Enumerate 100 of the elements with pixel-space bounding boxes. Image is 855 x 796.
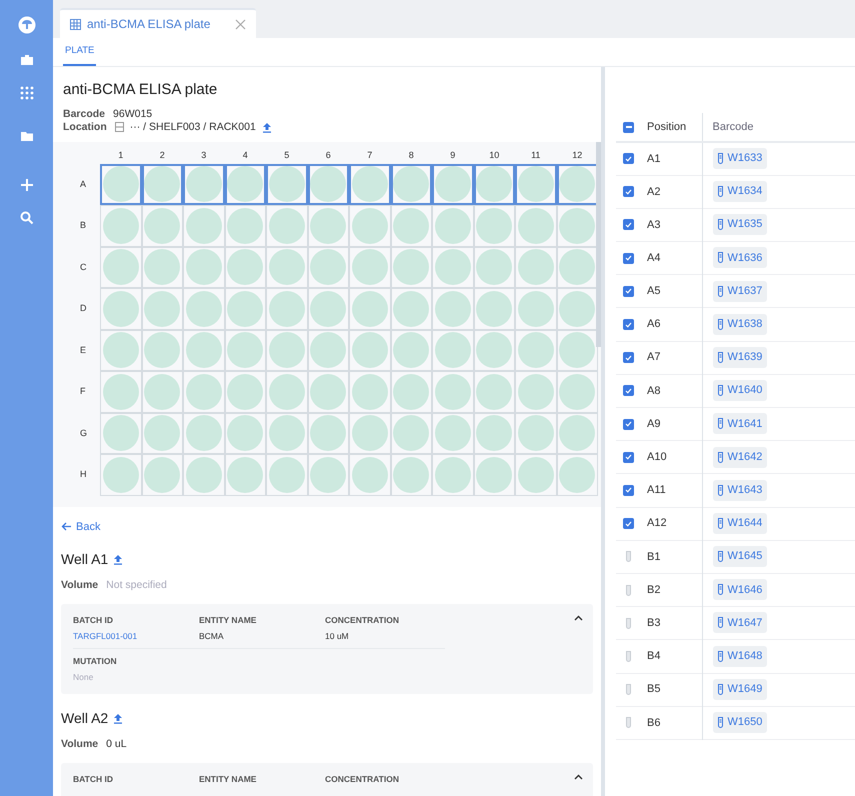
field-value: 10 uM xyxy=(325,630,349,642)
folder-icon[interactable] xyxy=(20,129,34,143)
barcode-chip[interactable]: W1642 xyxy=(712,446,768,468)
barcode-chip[interactable]: W1640 xyxy=(712,380,768,402)
well[interactable] xyxy=(556,164,598,205)
barcode-chip[interactable]: W1637 xyxy=(712,280,768,302)
scrollbar[interactable] xyxy=(596,142,601,346)
barcode-chip[interactable]: W1634 xyxy=(712,181,768,202)
well[interactable] xyxy=(183,164,224,205)
checkbox[interactable] xyxy=(623,219,634,230)
barcode-chip[interactable]: W1635 xyxy=(712,214,768,236)
position-cell: A8 xyxy=(642,374,702,408)
row-letter: G xyxy=(80,426,88,440)
column-number: 1 xyxy=(117,148,124,162)
tube-icon xyxy=(718,219,722,230)
barcode-chip[interactable]: W1633 xyxy=(712,148,768,170)
column-number: 8 xyxy=(408,148,415,162)
grid-icon[interactable] xyxy=(20,86,34,100)
field-label: CONCENTRATION xyxy=(325,614,399,626)
well[interactable] xyxy=(142,164,183,205)
well[interactable] xyxy=(390,164,432,205)
barcode-chip[interactable]: W1638 xyxy=(712,314,768,335)
field-label: ENTITY NAME xyxy=(199,772,256,786)
position-cell: A3 xyxy=(642,208,702,242)
tube-icon xyxy=(718,153,722,164)
barcode-chip[interactable]: W1648 xyxy=(712,646,768,667)
checkbox[interactable] xyxy=(623,153,634,164)
checkbox[interactable] xyxy=(623,385,634,396)
row-letter: F xyxy=(80,385,86,398)
position-cell: B1 xyxy=(642,540,702,574)
upload-icon[interactable] xyxy=(113,712,124,724)
well-title: Well A1 xyxy=(61,550,108,569)
row-letter: E xyxy=(80,344,88,356)
well[interactable] xyxy=(474,164,515,205)
tube-icon xyxy=(718,551,722,562)
box-icon xyxy=(114,122,124,132)
logo-icon[interactable] xyxy=(18,16,36,34)
well[interactable] xyxy=(349,164,390,205)
tube-icon xyxy=(718,318,722,330)
barcode-chip[interactable]: W1647 xyxy=(712,612,768,634)
well-title: Well A2 xyxy=(61,708,108,728)
barcode-chip[interactable]: W1636 xyxy=(712,247,768,268)
barcode-chip[interactable]: W1645 xyxy=(712,546,768,568)
barcode-chip[interactable]: W1641 xyxy=(712,413,768,434)
column-number: 12 xyxy=(571,148,584,162)
select-all-checkbox[interactable] xyxy=(623,122,634,132)
briefcase-icon[interactable] xyxy=(20,53,34,67)
location-path: ··· / SHELF003 / RACK001 xyxy=(130,120,256,134)
column-number: 4 xyxy=(242,148,249,162)
position-cell: A1 xyxy=(642,142,702,176)
well[interactable] xyxy=(432,164,474,205)
position-cell: A6 xyxy=(642,308,702,342)
checkbox[interactable] xyxy=(623,452,634,463)
column-number: 11 xyxy=(530,148,542,162)
back-link[interactable]: Back xyxy=(61,518,593,535)
tube-icon xyxy=(718,252,722,264)
upload-icon[interactable] xyxy=(113,554,124,565)
checkbox[interactable] xyxy=(623,319,634,330)
row-letter: A xyxy=(80,178,88,190)
barcode-chip[interactable]: W1646 xyxy=(712,579,768,600)
plate-tab[interactable]: PLATE xyxy=(63,38,96,66)
location-label: Location xyxy=(63,120,107,134)
checkbox[interactable] xyxy=(623,352,634,364)
field-value: BCMA xyxy=(199,630,224,642)
position-cell: A12 xyxy=(642,507,702,540)
position-cell: B6 xyxy=(642,706,702,740)
table-icon xyxy=(70,18,81,30)
batch-link[interactable]: TARGFL001-001 xyxy=(73,630,138,642)
checkbox[interactable] xyxy=(623,418,634,430)
well[interactable] xyxy=(224,164,266,205)
position-cell: A11 xyxy=(642,474,702,508)
barcode-chip[interactable]: W1650 xyxy=(712,712,768,734)
well[interactable] xyxy=(100,164,142,205)
barcode-chip[interactable]: W1643 xyxy=(712,480,768,501)
plus-icon[interactable] xyxy=(20,178,34,192)
tube-icon xyxy=(718,452,722,463)
upload-icon[interactable] xyxy=(262,122,272,132)
column-number: 3 xyxy=(200,148,208,162)
well[interactable] xyxy=(308,164,349,205)
close-icon[interactable] xyxy=(235,18,246,30)
plate-title: anti-BCMA ELISA plate xyxy=(63,80,218,100)
checkbox[interactable] xyxy=(623,286,634,297)
barcode-chip[interactable]: W1649 xyxy=(712,678,768,700)
column-header[interactable]: Position xyxy=(642,113,702,142)
tube-icon xyxy=(718,684,722,695)
volume-value: Not specified xyxy=(106,578,167,593)
search-icon[interactable] xyxy=(20,211,34,225)
barcode-chip[interactable]: W1644 xyxy=(712,512,768,534)
document-tab[interactable]: anti-BCMA ELISA plate xyxy=(60,8,256,38)
well[interactable] xyxy=(266,164,308,205)
barcode-label: Barcode xyxy=(63,108,106,120)
checkbox[interactable] xyxy=(623,252,634,264)
chevron-up-icon[interactable] xyxy=(574,614,583,621)
column-header[interactable]: Barcode xyxy=(702,113,855,142)
barcode-chip[interactable]: W1639 xyxy=(712,346,768,368)
checkbox[interactable] xyxy=(623,186,634,198)
well[interactable] xyxy=(515,164,556,205)
checkbox[interactable] xyxy=(623,484,634,496)
checkbox[interactable] xyxy=(623,518,634,530)
chevron-up-icon[interactable] xyxy=(574,774,583,780)
